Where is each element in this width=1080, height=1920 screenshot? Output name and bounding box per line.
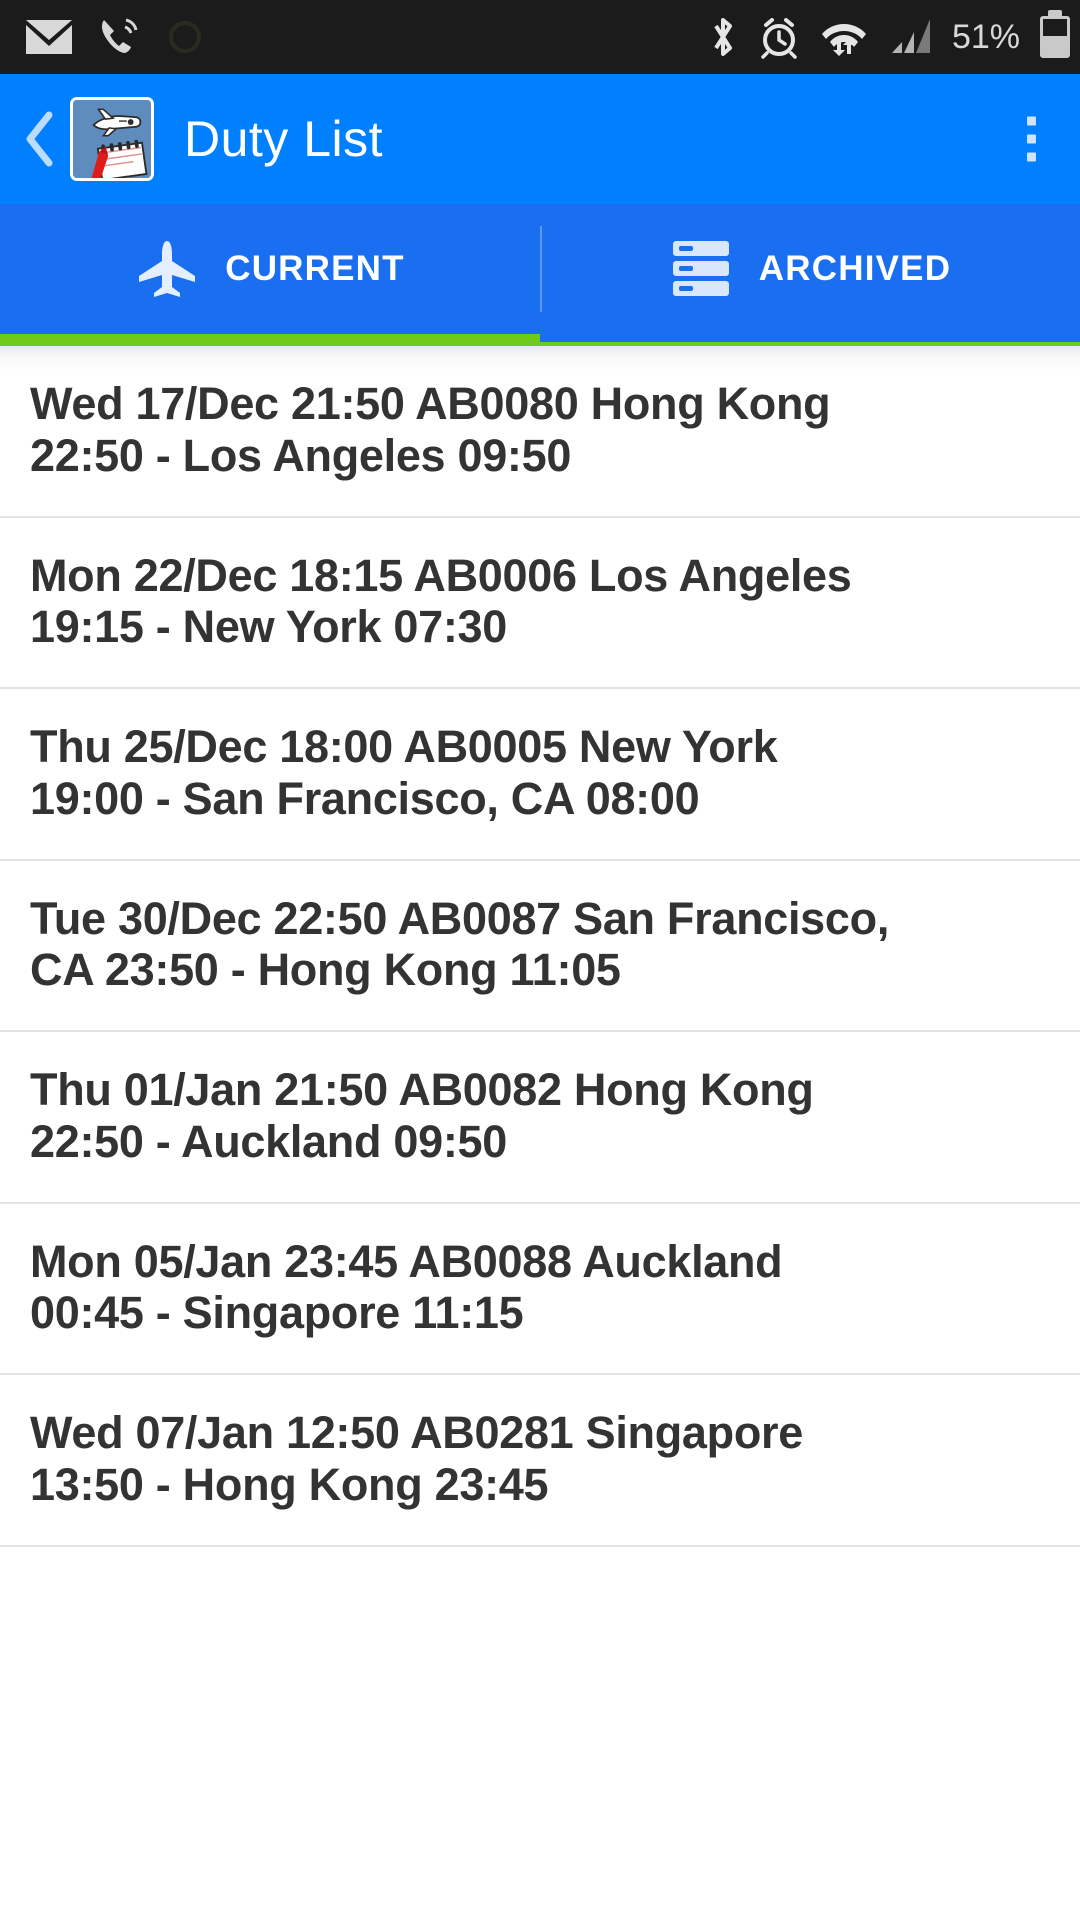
- duty-list-item[interactable]: Thu 01/Jan 21:50 AB0082 Hong Kong 22:50 …: [0, 1032, 1080, 1204]
- duty-line-2: CA 23:50 - Hong Kong 11:05: [30, 944, 621, 996]
- duty-list-item[interactable]: Mon 22/Dec 18:15 AB0006 Los Angeles 19:1…: [0, 518, 1080, 689]
- duty-list-item[interactable]: Wed 17/Dec 21:50 AB0080 Hong Kong 22:50 …: [0, 346, 1080, 518]
- tab-bar: CURRENT ARCHIVED: [0, 204, 1080, 334]
- duty-line-1: Mon 05/Jan 23:45 AB0088 Auckland: [30, 1235, 783, 1287]
- phone-call-icon: [101, 18, 138, 53]
- duty-line-2: 22:50 - Los Angeles 09:50: [30, 429, 572, 481]
- chevron-left-icon: [26, 111, 53, 167]
- cell-signal-icon: [891, 19, 930, 53]
- tab-indicator: [0, 334, 1080, 346]
- duty-line-2: 00:45 - Singapore 11:15: [30, 1287, 524, 1339]
- overflow-dot: [1027, 134, 1036, 144]
- tab-indicator-inactive: [540, 334, 1080, 346]
- duty-list-item[interactable]: Mon 05/Jan 23:45 AB0088 Auckland 00:45 -…: [0, 1204, 1080, 1375]
- tab-archived[interactable]: ARCHIVED: [540, 204, 1080, 334]
- duty-line-1: Wed 07/Jan 12:50 AB0281 Singapore: [30, 1407, 803, 1458]
- airplane-icon: [139, 241, 196, 297]
- airplane-notepad-icon: [73, 100, 151, 178]
- duty-line-1: Mon 22/Dec 18:15 AB0006 Los Angeles: [30, 549, 852, 601]
- tab-current-label: CURRENT: [225, 249, 405, 288]
- duty-list[interactable]: Wed 17/Dec 21:50 AB0080 Hong Kong 22:50 …: [0, 346, 1080, 1920]
- status-bar-notification-icons: [0, 16, 204, 58]
- duty-line-1: Thu 01/Jan 21:50 AB0082 Hong Kong: [30, 1064, 814, 1115]
- dimmed-notification-icon: [169, 21, 201, 53]
- overflow-dot: [1027, 152, 1036, 162]
- duty-line-2: 13:50 - Hong Kong 23:45: [30, 1458, 549, 1510]
- archive-stack-icon: [672, 241, 729, 296]
- duty-line-2: 22:50 - Auckland 09:50: [30, 1115, 507, 1167]
- page-title: Duty List: [184, 111, 384, 167]
- wifi-data-icon: [821, 24, 866, 56]
- duty-list-item[interactable]: Tue 30/Dec 22:50 AB0087 San Francisco, C…: [0, 861, 1080, 1032]
- alarm-clock-icon: [761, 18, 797, 59]
- bluetooth-icon: [714, 18, 732, 56]
- duty-list-item[interactable]: Wed 07/Jan 12:50 AB0281 Singapore 13:50 …: [0, 1375, 1080, 1547]
- tab-current[interactable]: CURRENT: [0, 204, 540, 334]
- duty-list-item[interactable]: Thu 25/Dec 18:00 AB0005 New York 19:00 -…: [0, 689, 1080, 861]
- duty-line-1: Tue 30/Dec 22:50 AB0087 San Francisco,: [30, 892, 890, 944]
- duty-line-1: Wed 17/Dec 21:50 AB0080 Hong Kong: [30, 378, 831, 429]
- battery-icon: [1040, 16, 1070, 58]
- overflow-dot: [1027, 116, 1036, 126]
- duty-line-2: 19:15 - New York 07:30: [30, 601, 507, 653]
- duty-line-2: 19:00 - San Francisco, CA 08:00: [30, 772, 700, 824]
- app-bar: Duty List: [0, 74, 1080, 204]
- overflow-menu-button[interactable]: [1013, 107, 1050, 172]
- app-icon: [70, 97, 154, 181]
- tab-archived-label: ARCHIVED: [758, 249, 952, 288]
- status-bar: 51%: [0, 0, 1080, 74]
- tab-indicator-active: [0, 334, 540, 346]
- duty-line-1: Thu 25/Dec 18:00 AB0005 New York: [30, 721, 778, 772]
- status-bar-system-icons: 51%: [708, 0, 1070, 74]
- back-button[interactable]: [18, 109, 62, 169]
- mail-icon: [26, 20, 72, 54]
- battery-percent-label: 51%: [951, 17, 1020, 56]
